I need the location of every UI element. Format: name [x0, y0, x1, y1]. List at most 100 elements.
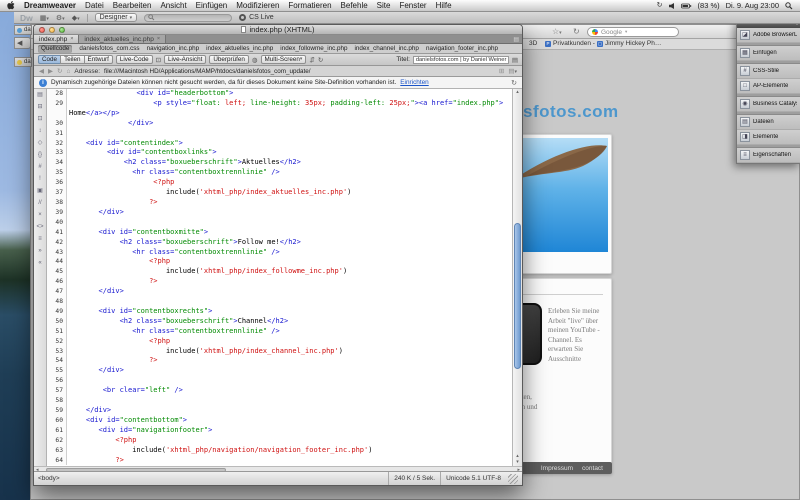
page-title-input[interactable]: danielsfotos.com | by Daniel Weiner | Ho… [413, 56, 509, 64]
document-tab[interactable]: index_aktuelles_inc.php× [79, 35, 166, 43]
code-line[interactable]: 63 include('xhtml_php/navigation/navigat… [47, 446, 512, 456]
collapse-selection-icon[interactable]: ⊡ [37, 116, 42, 122]
live-view-button[interactable]: Live-Ansicht [164, 55, 206, 64]
nav-forward-icon[interactable]: ▶ [48, 67, 53, 75]
address-options-icon[interactable]: ⊞ [499, 67, 504, 75]
scroll-arrows[interactable]: ▴▾ [513, 453, 522, 465]
dock-panel-css-styles[interactable]: #CSS-Stile [737, 64, 800, 79]
menubar-clock[interactable]: Di. 9. Aug 23:00 [726, 1, 779, 10]
dock-panel-files[interactable]: ▤Dateien [737, 115, 800, 130]
code-line[interactable]: 62 <?php [47, 436, 512, 446]
browser-search-input[interactable]: Google ▾ [587, 27, 679, 37]
sync-icon[interactable]: ↻ [657, 2, 663, 9]
address-url[interactable]: file:///Macintosh HD/Applications/MAMP/h… [104, 68, 495, 75]
code-line[interactable]: 28 <div id="headerbottom"> [47, 89, 512, 99]
refresh-design-icon[interactable]: ↻ [318, 56, 323, 64]
related-file[interactable]: navigation_inc.php [147, 45, 200, 52]
cs-live-button[interactable]: CS Live [239, 14, 274, 21]
balance-braces-icon[interactable]: {} [38, 152, 42, 158]
appbar-search-input[interactable] [144, 14, 232, 22]
code-line[interactable]: 46 ?> [47, 277, 512, 287]
dock-panel-ap-elements[interactable]: □AP-Elemente [737, 79, 800, 94]
browser-reload-icon[interactable]: ↻ [573, 27, 580, 36]
dock-panel-assets[interactable]: ◨Elemente [737, 130, 800, 145]
code-line[interactable]: 52 <?php [47, 337, 512, 347]
dock-panel-business-catalyst[interactable]: ◉Business Catalyst [737, 97, 800, 112]
code-line[interactable]: 41 <div id="contentboxmitte"> [47, 228, 512, 238]
line-numbers-icon[interactable]: # [38, 164, 41, 170]
nav-home-icon[interactable]: ⌂ [66, 68, 70, 75]
open-documents-icon[interactable]: ▤ [37, 92, 43, 98]
menu-item-bearbeiten[interactable]: Bearbeiten [113, 1, 152, 10]
minimize-window-icon[interactable] [49, 27, 55, 33]
resize-grip[interactable] [508, 474, 518, 484]
menu-item-site[interactable]: Site [377, 1, 391, 10]
dock-panel-browserlab[interactable]: ◪Adobe BrowserLab [737, 28, 800, 43]
code-line[interactable]: 38 ?> [47, 198, 512, 208]
source-code-button[interactable]: Quellcode [38, 45, 72, 53]
bookmark-item[interactable]: ▢Jimmy Hickey Ph… [597, 40, 661, 47]
search-engine-caret-icon[interactable]: ▾ [625, 29, 627, 35]
code-line[interactable]: 50 <h2 class="boxueberschrift">Channel</… [47, 317, 512, 327]
code-navigator-icon[interactable]: ⊡ [156, 56, 161, 64]
related-file[interactable]: index_followme_inc.php [280, 45, 347, 52]
menu-item-hilfe[interactable]: Hilfe [436, 1, 452, 10]
code-line[interactable]: 31 [47, 129, 512, 139]
code-line[interactable]: 61 <div id="navigationfooter"> [47, 426, 512, 436]
menu-item-fenster[interactable]: Fenster [399, 1, 426, 10]
code-line[interactable]: 64 ?> [47, 456, 512, 466]
bookmark-star-icon[interactable]: ☆▾ [552, 27, 562, 36]
background-tab-fragment[interactable]: dan [14, 57, 32, 67]
footer-link-impressum[interactable]: Impressum [541, 465, 573, 472]
collapse-full-tag-icon[interactable]: ⊟ [37, 104, 42, 110]
related-file[interactable]: index_aktuelles_inc.php [206, 45, 273, 52]
code-line[interactable]: 35 <hr class="contentboxtrennlinie" /> [47, 168, 512, 178]
footer-link-contact[interactable]: contact [582, 465, 603, 472]
code-line[interactable]: 57 <br clear="left" /> [47, 386, 512, 396]
document-tab[interactable]: index.php× [34, 35, 79, 43]
code-line[interactable]: 30 </div> [47, 119, 512, 129]
bookmark-item[interactable]: 3D [529, 40, 537, 47]
setup-site-link[interactable]: Einrichten [400, 79, 428, 86]
volume-icon[interactable] [669, 3, 675, 9]
menu-item-formatieren[interactable]: Formatieren [288, 1, 331, 10]
code-line[interactable]: 40 [47, 218, 512, 228]
code-line[interactable]: 32 <div id="contentindex"> [47, 139, 512, 149]
live-code-button[interactable]: Live-Code [116, 55, 153, 64]
code-line[interactable]: 33 <div id="contentboxlinks"> [47, 148, 512, 158]
nav-refresh-icon[interactable]: ↻ [57, 67, 62, 75]
view-options-icon[interactable]: ▤ [512, 56, 518, 64]
bookmark-item[interactable]: PPrivatkunden - … [545, 40, 603, 47]
dock-panel-insert[interactable]: ▦Einfügen [737, 46, 800, 61]
code-line[interactable]: 56 [47, 376, 512, 386]
tag-selector[interactable]: <body> [38, 475, 60, 482]
code-line[interactable]: 58 [47, 396, 512, 406]
code-view[interactable]: ▤⊟⊡↕◇{}#!▣//×<>≡»« 28 <div id="headerbot… [34, 89, 522, 466]
scrollbar-thumb[interactable] [514, 223, 521, 369]
remove-comment-icon[interactable]: × [38, 212, 42, 218]
encoding[interactable]: Unicode 5.1 UTF-8 [440, 472, 506, 485]
wrap-tag-icon[interactable]: <> [36, 224, 43, 230]
live-view-options-icon[interactable]: ▤▾ [508, 67, 517, 75]
code-line[interactable]: 37 include('xhtml_php/index_aktuelles_in… [47, 188, 512, 198]
select-parent-tag-icon[interactable]: ◇ [38, 140, 43, 146]
view-button-entwurf[interactable]: Entwurf [84, 55, 113, 64]
menu-item-datei[interactable]: Datei [85, 1, 104, 10]
vertical-scrollbar[interactable]: ▴ ▴▾ [512, 89, 522, 466]
code-line[interactable]: 34 <h2 class="boxueberschrift">Aktuelles… [47, 158, 512, 168]
code-line[interactable]: 47 </div> [47, 287, 512, 297]
recent-snippets-icon[interactable]: ≡ [38, 236, 42, 242]
window-titlebar[interactable]: index.php (XHTML) [34, 25, 522, 35]
tabs-overflow-icons[interactable]: ▤ [510, 35, 522, 43]
code-line[interactable]: 54 ?> [47, 356, 512, 366]
infobar-refresh-icon[interactable]: ↻ [511, 79, 517, 87]
menu-item-modifizieren[interactable]: Modifizieren [236, 1, 279, 10]
scroll-up-icon[interactable]: ▴ [516, 89, 519, 95]
menu-item-dreamweaver[interactable]: Dreamweaver [24, 1, 76, 10]
apple-menu-icon[interactable] [7, 1, 15, 10]
related-file[interactable]: index_channel_inc.php [355, 45, 419, 52]
preview-browser-icon[interactable]: ◍ [252, 56, 258, 64]
menu-item-einfgen[interactable]: Einfügen [196, 1, 228, 10]
background-tab-fragment[interactable]: dan [14, 25, 32, 35]
view-button-teilen[interactable]: Teilen [60, 55, 84, 64]
